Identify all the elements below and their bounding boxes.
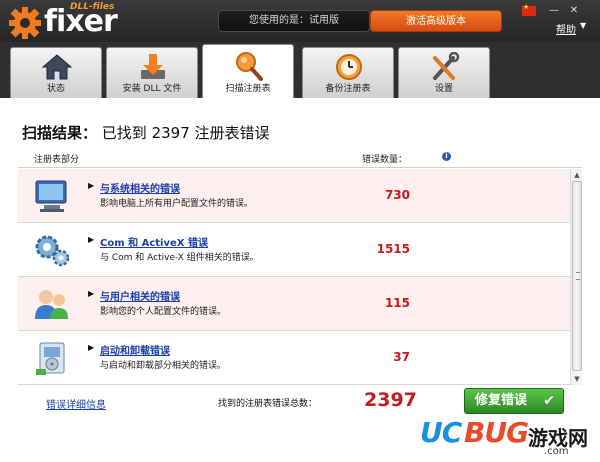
activate-premium-button[interactable]: 激活高级版本	[370, 10, 502, 32]
info-icon[interactable]: i	[442, 152, 451, 161]
page-title: 扫描结果： 已找到 2397 注册表错误	[22, 122, 270, 143]
list-scrollbar[interactable]: ▲ ▼	[570, 169, 582, 385]
expand-arrow-icon[interactable]: ▶	[88, 289, 94, 298]
scroll-grip	[576, 272, 580, 280]
error-row-description: 与启动和卸载部分相关的错误。	[100, 361, 227, 371]
error-row-count: 115	[384, 296, 410, 310]
error-row-count: 1515	[376, 242, 410, 256]
error-row-count: 730	[384, 188, 410, 202]
clock-backup-icon	[336, 54, 362, 80]
logo-gear-icon	[9, 7, 41, 39]
fix-errors-button[interactable]: 修复错误 ✔	[464, 388, 564, 414]
download-icon	[141, 54, 165, 79]
error-row-description: 影响您的个人配置文件的错误。	[100, 307, 227, 317]
tab-install-dll[interactable]: 安装 DLL 文件	[106, 47, 198, 98]
scroll-down-arrow-icon[interactable]: ▼	[571, 373, 583, 385]
fix-errors-label: 修复错误	[475, 393, 528, 408]
help-link[interactable]: 帮助	[556, 21, 576, 36]
title-bar: DLL-files fixer 您使用的是：试用版 激活高级版本 — ✕ 帮助 …	[0, 0, 600, 42]
error-row-title[interactable]: 与系统相关的错误	[100, 180, 180, 195]
error-details-link[interactable]: 错误详细信息	[46, 396, 106, 411]
monitor-icon	[35, 180, 67, 212]
error-row-count: 37	[393, 350, 410, 364]
expand-arrow-icon[interactable]: ▶	[88, 235, 94, 244]
list-header: 注册表部分 错误数量： i	[18, 148, 582, 168]
error-row-startup-uninstall[interactable]: ▶ 启动和卸载错误 与启动和卸载部分相关的错误。 37	[18, 331, 570, 385]
error-row-title[interactable]: Com 和 ActiveX 错误	[100, 234, 208, 249]
close-button[interactable]: ✕	[566, 4, 582, 18]
error-row-user[interactable]: ▶ 与用户相关的错误 影响您的个人配置文件的错误。 115	[18, 277, 570, 331]
scroll-up-arrow-icon[interactable]: ▲	[571, 169, 583, 181]
help-dropdown-icon[interactable]: ▼	[580, 21, 586, 30]
error-row-title[interactable]: 与用户相关的错误	[100, 288, 180, 303]
total-errors-label: 找到的注册表错误总数：	[218, 399, 318, 409]
tab-backup-registry[interactable]: 备份注册表	[302, 47, 394, 98]
license-status: 您使用的是：试用版	[218, 10, 370, 32]
magnifier-icon	[236, 52, 263, 81]
error-row-com-activex[interactable]: ▶ Com 和 ActiveX 错误 与 Com 和 Active-X 组件相关…	[18, 223, 570, 277]
watermark-uc: UC	[420, 416, 462, 449]
tab-label: 备份注册表	[325, 84, 371, 94]
error-row-title[interactable]: 启动和卸载错误	[100, 342, 170, 357]
tab-status[interactable]: 状态	[10, 47, 102, 98]
home-icon	[41, 54, 73, 80]
scan-results-panel: 扫描结果： 已找到 2397 注册表错误 注册表部分 错误数量： i ▶ 与系统…	[0, 98, 600, 462]
error-row-system[interactable]: ▶ 与系统相关的错误 影响电脑上所有用户配置文件的错误。 730	[18, 169, 570, 223]
checkmark-icon: ✔	[543, 393, 555, 409]
installer-icon	[36, 342, 65, 375]
error-row-description: 影响电脑上所有用户配置文件的错误。	[100, 199, 254, 209]
expand-arrow-icon[interactable]: ▶	[88, 343, 94, 352]
watermark-bug: BUG	[464, 416, 529, 449]
logo-text: fixer	[44, 4, 118, 39]
tab-scan-registry[interactable]: 扫描注册表	[202, 44, 294, 98]
results-footer: 错误详细信息 找到的注册表错误总数： 2397 修复错误 ✔	[18, 386, 582, 416]
gears-icon	[35, 235, 70, 267]
tab-settings[interactable]: 设置	[398, 47, 490, 98]
page-title-prefix: 扫描结果：	[22, 124, 98, 142]
column-header-count: 错误数量：	[362, 155, 408, 165]
tab-label: 状态	[46, 84, 65, 94]
site-watermark: UC BUG 游戏网 .com	[418, 416, 598, 460]
error-category-list: ▶ 与系统相关的错误 影响电脑上所有用户配置文件的错误。 730 ▶ Com 和…	[18, 169, 570, 385]
tab-bar: 状态 安装 DLL 文件 扫描注册表 备份注册表 设置	[0, 42, 600, 98]
users-icon	[35, 290, 68, 319]
expand-arrow-icon[interactable]: ▶	[88, 181, 94, 190]
minimize-button[interactable]: —	[546, 4, 562, 18]
total-errors-value: 2397	[364, 389, 417, 411]
app-logo: DLL-files fixer	[8, 2, 148, 42]
page-title-text: 已找到 2397 注册表错误	[101, 124, 270, 142]
tab-label: 扫描注册表	[225, 84, 271, 94]
error-row-description: 与 Com 和 Active-X 组件相关的错误。	[100, 253, 259, 263]
tab-label: 设置	[434, 84, 453, 94]
tools-icon	[433, 52, 460, 80]
watermark-com: .com	[544, 446, 569, 457]
tab-label: 安装 DLL 文件	[122, 84, 182, 94]
scroll-thumb[interactable]	[572, 181, 582, 371]
china-flag-icon[interactable]	[522, 3, 536, 16]
column-header-section: 注册表部分	[34, 155, 80, 165]
